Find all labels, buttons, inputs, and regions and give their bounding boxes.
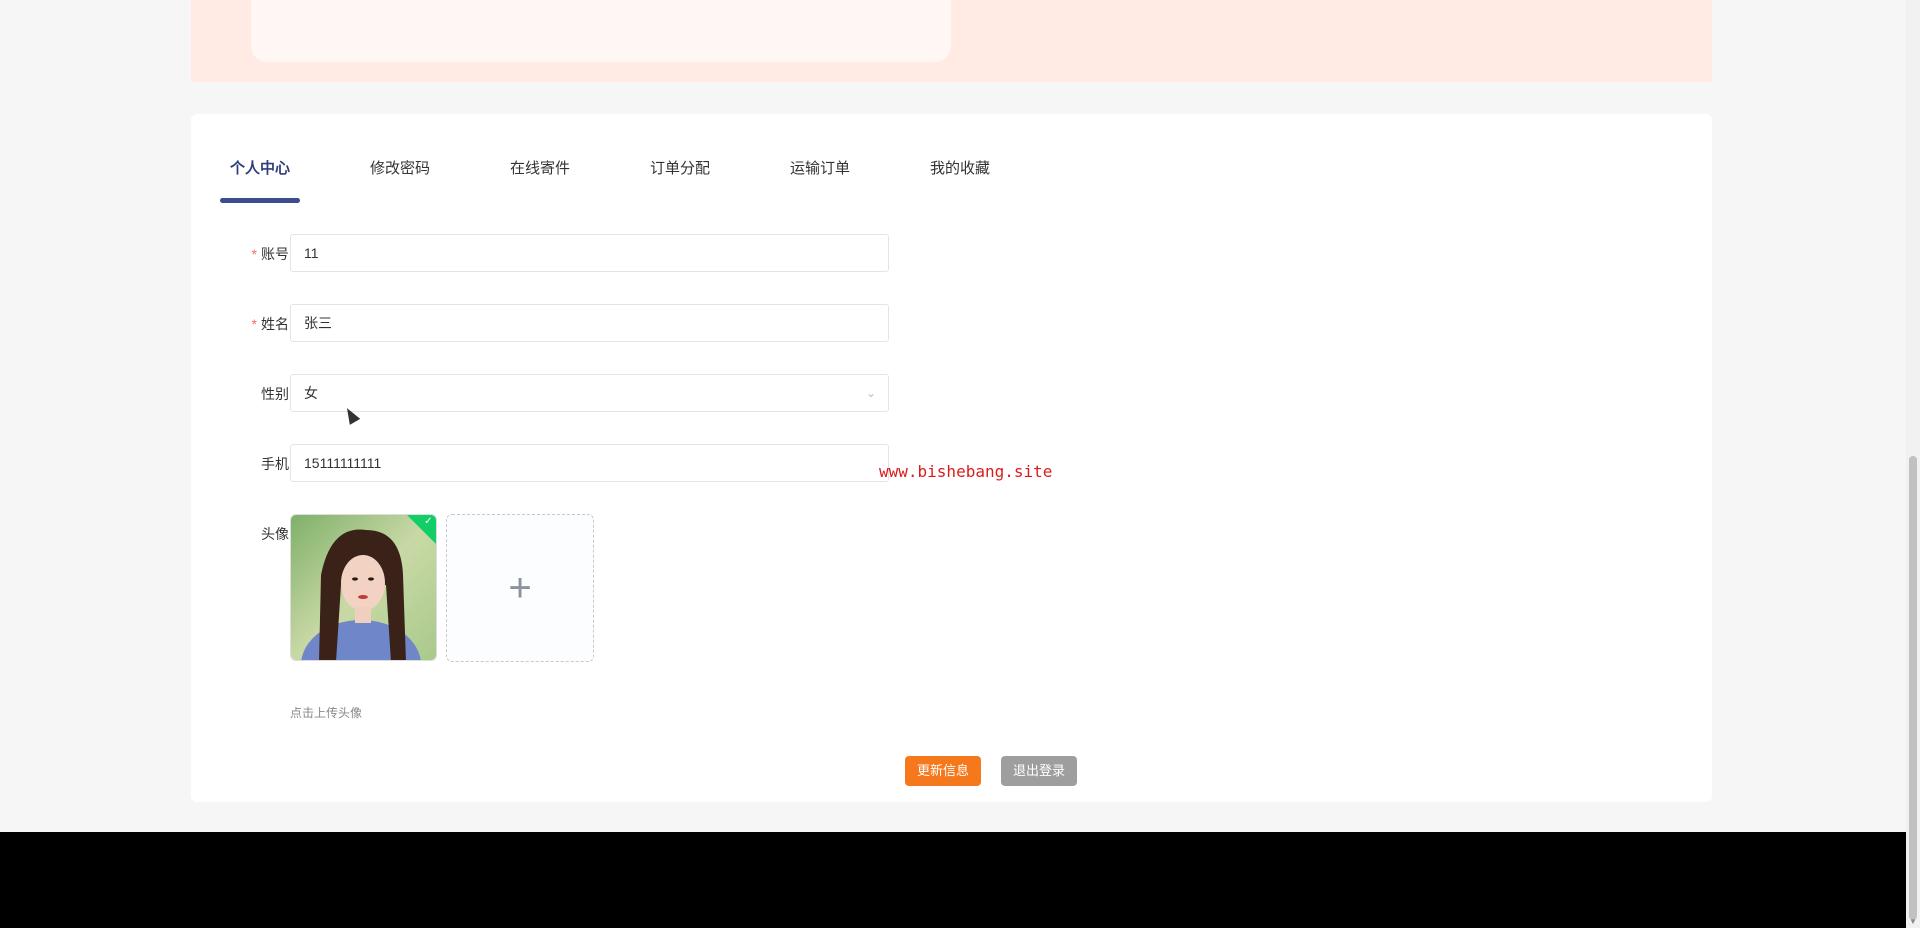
tab-personal-center[interactable]: 个人中心 — [220, 154, 360, 208]
tab-change-password[interactable]: 修改密码 — [360, 154, 500, 208]
account-label: * 账号 — [251, 246, 289, 262]
tab-label: 订单分配 — [650, 160, 711, 177]
phone-label: 手机 — [261, 456, 289, 472]
gender-value: 女 — [304, 385, 318, 401]
account-input[interactable]: 11 — [290, 234, 889, 272]
top-card — [251, 0, 951, 62]
tab-bar: 个人中心 修改密码 在线寄件 订单分配 运输订单 我的收藏 — [220, 154, 1060, 208]
watermark-text: www.bishebang.site — [879, 462, 1053, 481]
page: 个人中心 修改密码 在线寄件 订单分配 运输订单 我的收藏 * 账号 11 * … — [0, 0, 1920, 928]
phone-input[interactable]: 15111111111 — [290, 444, 889, 482]
top-banner — [191, 0, 1712, 82]
chevron-down-icon: ⌄ — [865, 386, 876, 400]
required-mark: * — [251, 316, 257, 332]
required-mark: * — [251, 246, 257, 262]
gender-label: 性别 — [261, 386, 289, 402]
tab-label: 运输订单 — [790, 160, 851, 177]
plus-icon: + — [508, 566, 532, 610]
tab-label: 我的收藏 — [930, 160, 991, 177]
scroll-down-icon[interactable]: ▼ — [1909, 917, 1917, 926]
tab-label: 修改密码 — [370, 160, 431, 177]
check-icon: ✓ — [424, 515, 433, 527]
avatar-label: 头像 — [261, 526, 289, 542]
tab-order-assignment[interactable]: 订单分配 — [640, 154, 780, 208]
vertical-scrollbar[interactable]: ▼ — [1906, 0, 1920, 928]
name-label: * 姓名 — [251, 316, 289, 332]
avatar-photo — [291, 515, 436, 660]
tab-label: 在线寄件 — [510, 160, 571, 177]
profile-panel: 个人中心 修改密码 在线寄件 订单分配 运输订单 我的收藏 * 账号 11 * … — [191, 114, 1712, 802]
gender-select[interactable]: 女 ⌄ — [290, 374, 889, 412]
tab-transport-orders[interactable]: 运输订单 — [780, 154, 920, 208]
upload-hint: 点击上传头像 — [290, 706, 363, 720]
tab-my-favorites[interactable]: 我的收藏 — [920, 154, 1060, 208]
footer — [0, 832, 1906, 928]
tab-label: 个人中心 — [230, 160, 291, 177]
scrollbar-thumb[interactable] — [1909, 456, 1917, 920]
update-info-button[interactable]: 更新信息 — [905, 756, 981, 786]
avatar-image[interactable]: ✓ — [290, 514, 437, 661]
name-input[interactable]: 张三 — [290, 304, 889, 342]
avatar-upload-button[interactable]: + — [446, 514, 594, 662]
logout-button[interactable]: 退出登录 — [1001, 756, 1077, 786]
tab-online-shipping[interactable]: 在线寄件 — [500, 154, 640, 208]
active-tab-indicator — [220, 198, 300, 203]
